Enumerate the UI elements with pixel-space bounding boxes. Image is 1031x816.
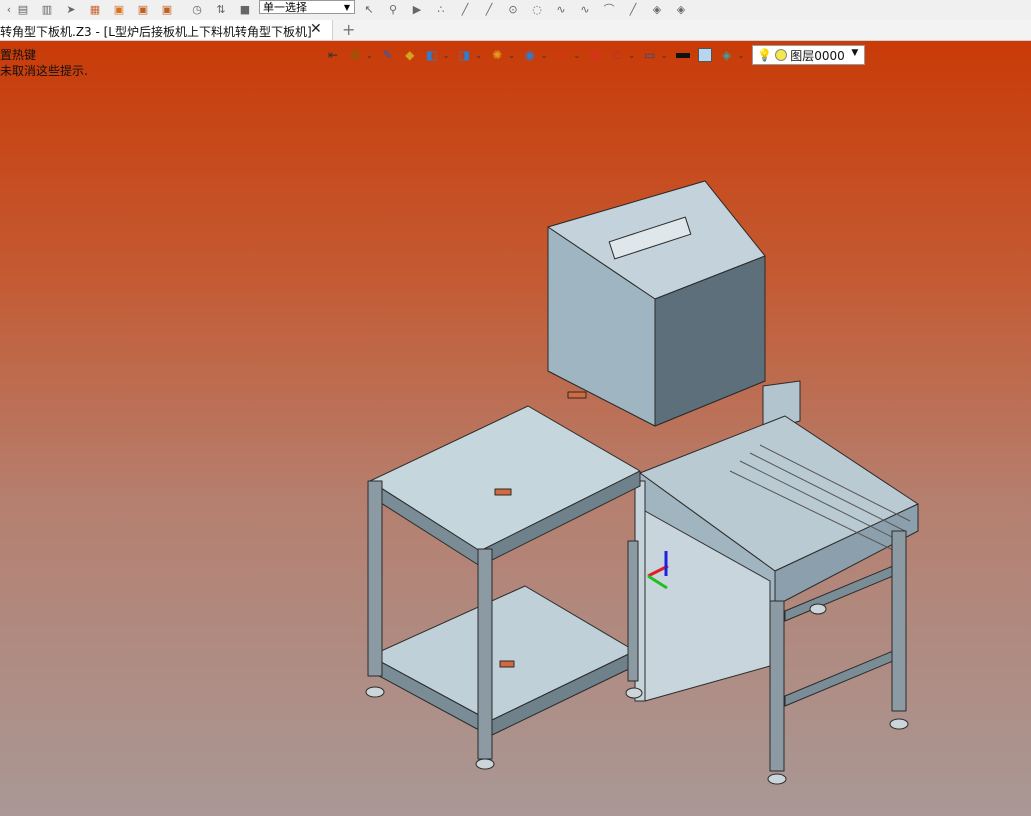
machine-3d-model (365, 180, 919, 785)
arc-icon[interactable]: ◌ (530, 2, 544, 16)
leg (477, 548, 493, 760)
line-icon[interactable]: ╱ (626, 2, 640, 16)
image-icon[interactable]: ▣ (112, 2, 126, 16)
tab-document[interactable]: 转角型下板机.Z3 - [L型炉后接板机上下料机转角型下板机] ✕ (0, 20, 333, 40)
table-icon[interactable]: ▦ (88, 2, 102, 16)
line-icon[interactable]: ╱ (482, 2, 496, 16)
foot (625, 687, 643, 699)
play-icon[interactable]: ▶ (410, 2, 424, 16)
main-toolbar: ‹ ▤ ▥ ➤ ▦ ▣ ▣ ▣ ◷ ⇅ ■ 单一选择 ▼ ↖ ⚲ ▶ ∴ ╱ ╱… (0, 0, 1031, 21)
leg (769, 600, 785, 772)
surface-icon[interactable]: ◈ (674, 2, 688, 16)
3d-viewport[interactable]: 置热键 未取消这些提示. ⇤ ⚙ ⌄ ✎ ◆ ◧ ⌄ ◨ ⌄ ✺ ⌄ ◉ ⌄ ✛ ⌄ ▣ ⊏… (0, 41, 1031, 816)
upper-table-top (369, 405, 641, 552)
stop-icon[interactable]: ■ (238, 2, 252, 16)
branch-icon[interactable]: ⇅ (214, 2, 228, 16)
align-icon[interactable]: ▥ (40, 2, 54, 16)
clamp (494, 488, 512, 496)
points-icon[interactable]: ∴ (434, 2, 448, 16)
foot (889, 718, 909, 730)
clamp (499, 660, 515, 668)
selection-mode-value: 单一选择 (263, 1, 307, 14)
surface-icon[interactable]: ◈ (650, 2, 664, 16)
cursor-icon[interactable]: ↖ (362, 2, 376, 16)
leg (627, 540, 639, 682)
align-icon[interactable]: ▤ (16, 2, 30, 16)
add-tab-button[interactable]: + (342, 20, 355, 39)
spline-icon[interactable]: ∿ (554, 2, 568, 16)
foot (767, 773, 787, 785)
pointer-icon[interactable]: ➤ (64, 2, 78, 16)
foot (475, 758, 495, 770)
arc-icon[interactable]: ⌒ (602, 2, 616, 16)
tool-icon[interactable]: ‹ (2, 2, 16, 16)
close-icon[interactable]: ✕ (310, 21, 322, 37)
leg (367, 480, 383, 677)
chevron-down-icon: ▼ (343, 3, 350, 12)
leg (891, 530, 907, 712)
foot (365, 686, 385, 698)
timer-icon[interactable]: ◷ (190, 2, 204, 16)
lower-table-top (369, 585, 636, 722)
line-icon[interactable]: ╱ (458, 2, 472, 16)
image-icon[interactable]: ▣ (160, 2, 174, 16)
tab-document-title: 转角型下板机.Z3 - [L型炉后接板机上下料机转角型下板机] (0, 25, 312, 39)
selection-mode-dropdown[interactable]: 单一选择 ▼ (259, 0, 355, 14)
spline-icon[interactable]: ∿ (578, 2, 592, 16)
document-tab-bar: 转角型下板机.Z3 - [L型炉后接板机上下料机转角型下板机] ✕ + (0, 20, 1031, 41)
right-lower-rail (784, 645, 906, 707)
circle-icon[interactable]: ⊙ (506, 2, 520, 16)
clamp (567, 391, 587, 399)
image-icon[interactable]: ▣ (136, 2, 150, 16)
filter-icon[interactable]: ⚲ (386, 2, 400, 16)
foot (809, 603, 827, 615)
